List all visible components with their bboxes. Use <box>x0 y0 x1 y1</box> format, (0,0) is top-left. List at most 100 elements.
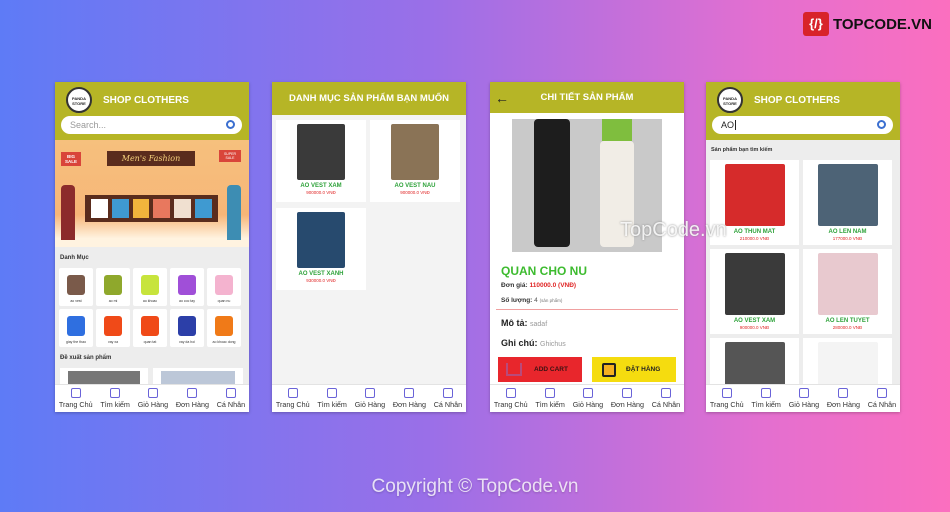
nav-item[interactable]: Giỏ Hàng <box>138 385 168 412</box>
home-icon <box>721 388 732 398</box>
category-tile[interactable]: ao mi <box>96 268 130 306</box>
banner[interactable]: BIG SALE SUPER SALE Men's Fashion <box>55 140 249 247</box>
quantity-label: Số lượng: <box>501 297 533 304</box>
nav-item[interactable]: Giỏ Hàng <box>573 385 603 412</box>
nav-item[interactable]: Đơn Hàng <box>827 385 860 412</box>
search-query: AO <box>721 120 735 130</box>
product-card[interactable]: AO LEN TUYET 280000.0 VNĐ <box>803 249 892 334</box>
category-label: ao khoac dong <box>212 340 236 344</box>
category-label: quan nu <box>217 299 231 303</box>
order-label: ĐẶT HÀNG <box>626 366 661 373</box>
search-placeholder: Search... <box>70 120 107 130</box>
order-button[interactable]: ĐẶT HÀNG <box>592 357 676 382</box>
category-tile[interactable]: ao khoac <box>133 268 167 306</box>
category-image <box>141 275 159 295</box>
category-image <box>104 275 122 295</box>
product-card[interactable]: AO VEST NAU 900000.0 VNĐ <box>370 120 460 202</box>
clipboard-icon <box>187 388 198 398</box>
product-card[interactable]: AO VEST XANH 930000.0 VNĐ <box>276 208 366 290</box>
nav-item[interactable]: Trang Chủ <box>59 385 93 412</box>
banner-tag-left: BIG SALE <box>61 152 81 166</box>
clipboard-icon <box>404 388 415 398</box>
search-chat-icon <box>761 388 772 398</box>
product-image <box>297 124 345 180</box>
cart-icon <box>798 388 809 398</box>
nav-label: Trang Chủ <box>58 400 93 409</box>
nav-item[interactable]: Trang Chủ <box>276 385 310 412</box>
mannequin-left <box>61 185 75 240</box>
results-heading: Sản phẩm bạn tìm kiếm <box>711 147 773 153</box>
product-name: AO VEST XAM <box>300 183 342 189</box>
header: PANDA STORE SHOP CLOTHERS AO <box>706 82 900 140</box>
product-price: 930000.0 VNĐ <box>306 278 336 283</box>
search-input[interactable]: Search... <box>61 116 242 134</box>
quantity-unit: (sản phẩm) <box>539 298 563 303</box>
header: PANDA STORE SHOP CLOTHERS Search... <box>55 82 249 140</box>
nav-item[interactable]: Đơn Hàng <box>611 385 644 412</box>
nav-item[interactable]: Đơn Hàng <box>393 385 426 412</box>
search-icon[interactable] <box>226 120 235 129</box>
code-brackets-icon: {/} <box>803 12 829 36</box>
product-image <box>724 164 785 226</box>
category-tile[interactable]: vay da hoi <box>170 309 204 347</box>
nav-item[interactable]: Đơn Hàng <box>176 385 209 412</box>
category-tile[interactable]: quan nu <box>207 268 241 306</box>
category-tile[interactable]: ao vest <box>59 268 93 306</box>
category-tile[interactable]: ao coc tay <box>170 268 204 306</box>
product-card[interactable]: AO VEST XAM 900000.0 VNĐ <box>276 120 366 202</box>
nav-label: Giỏ Hàng <box>572 400 604 409</box>
nav-label: Giỏ Hàng <box>788 400 820 409</box>
nav-item[interactable]: Cá Nhân <box>652 385 680 412</box>
category-image <box>67 275 85 295</box>
product-name: QUAN CHO NU <box>501 264 587 278</box>
divider <box>496 309 678 310</box>
nav-label: Tìm kiếm <box>317 400 347 409</box>
nav-item[interactable]: Cá Nhân <box>868 385 896 412</box>
nav-item[interactable]: Giỏ Hàng <box>355 385 385 412</box>
nav-item[interactable]: Cá Nhân <box>434 385 462 412</box>
quantity-value[interactable]: 4 <box>534 297 538 304</box>
product-card[interactable]: AO VEST XAM 900000.0 VNĐ <box>710 249 799 334</box>
nav-label: Giỏ Hàng <box>354 400 386 409</box>
copyright-text: Copyright © TopCode.vn <box>371 476 579 497</box>
app-title: SHOP CLOTHERS <box>754 95 840 106</box>
product-name: AO LEN NAM <box>828 229 867 235</box>
bottom-nav: Trang Chủ Tìm kiếm Giỏ Hàng Đơn Hàng Cá Nhân <box>490 384 684 412</box>
nav-item[interactable]: Tìm kiếm <box>535 385 565 412</box>
nav-item[interactable]: Tìm kiếm <box>317 385 347 412</box>
nav-item[interactable]: Trang Chủ <box>710 385 744 412</box>
page-title: DANH MỤC SẢN PHẨM BẠN MUỐN <box>289 93 449 104</box>
cart-icon <box>147 388 158 398</box>
price-label: Đơn giá: <box>501 282 528 289</box>
category-tile[interactable]: quan tat <box>133 309 167 347</box>
product-price: 900000.0 VNĐ <box>306 190 336 195</box>
nav-label: Đơn Hàng <box>826 400 860 409</box>
note-label: Ghi chú: <box>501 338 538 348</box>
nav-label: Cá Nhân <box>867 400 897 409</box>
search-input[interactable]: AO <box>712 116 893 134</box>
brand-text: TOPCODE.VN <box>833 15 932 33</box>
nav-label: Trang Chủ <box>275 400 310 409</box>
product-name: AO VEST NAU <box>394 183 436 189</box>
nav-item[interactable]: Cá Nhân <box>217 385 245 412</box>
nav-item[interactable]: Trang Chủ <box>494 385 528 412</box>
product-name: AO VEST XANH <box>298 271 344 277</box>
nav-item[interactable]: Tìm kiếm <box>100 385 130 412</box>
bottom-nav: Trang Chủ Tìm kiếm Giỏ Hàng Đơn Hàng Cá Nhân <box>55 384 249 412</box>
clipboard-icon <box>622 388 633 398</box>
search-icon[interactable] <box>877 120 886 129</box>
add-cart-button[interactable]: ADD CART <box>498 357 582 382</box>
category-tile[interactable]: giay the thao <box>59 309 93 347</box>
category-tile[interactable]: vay xa <box>96 309 130 347</box>
category-image <box>141 316 159 336</box>
category-image <box>178 316 196 336</box>
nav-item[interactable]: Giỏ Hàng <box>789 385 819 412</box>
product-card[interactable]: AO LEN NAM 177000.0 VNĐ <box>803 160 892 245</box>
product-name: AO VEST XAM <box>733 318 776 324</box>
watermark-center: TopCode.vn <box>620 219 727 241</box>
product-image <box>817 253 878 315</box>
description-label: Mô tả: <box>501 318 528 328</box>
nav-item[interactable]: Tìm kiếm <box>751 385 781 412</box>
store-logo: PANDA STORE <box>717 87 743 113</box>
category-tile[interactable]: ao khoac dong <box>207 309 241 347</box>
